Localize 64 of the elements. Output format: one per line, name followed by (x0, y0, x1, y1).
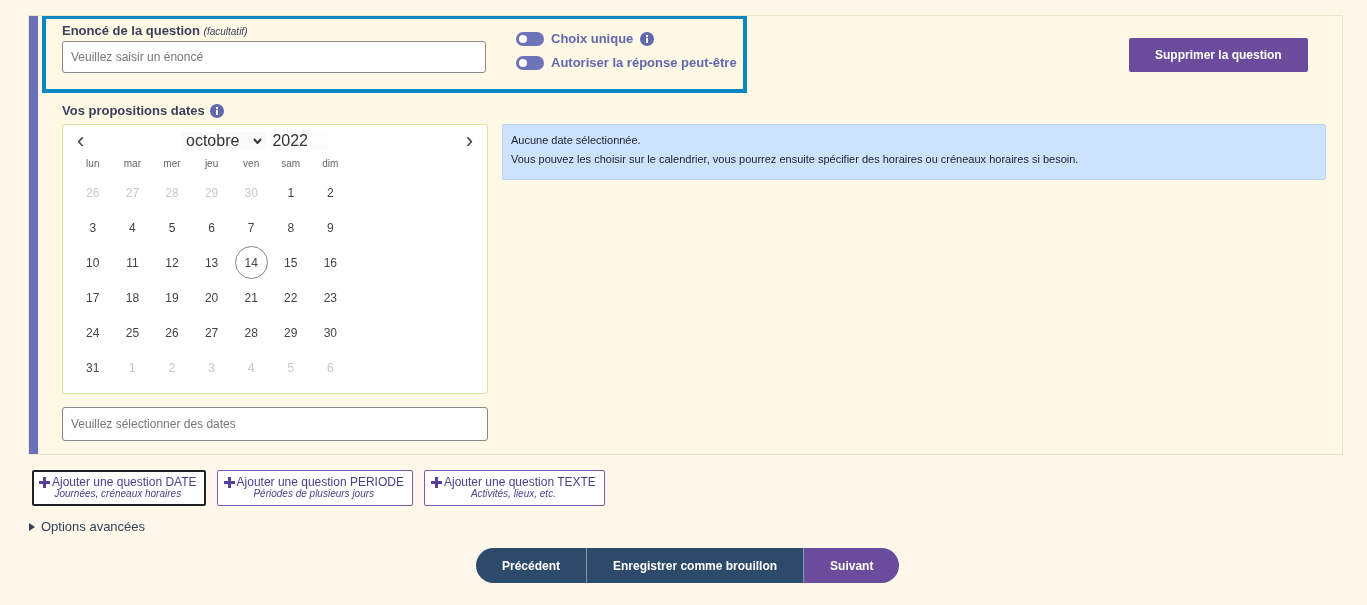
weekday-label: ven (242, 157, 261, 171)
calendar-day[interactable]: 26 (155, 316, 189, 349)
weekday-label: sam (280, 157, 302, 171)
advanced-options-toggle[interactable]: Options avancées (29, 519, 146, 534)
weekday-label: mar (122, 157, 142, 171)
calendar-day[interactable]: 7 (234, 211, 268, 244)
dates-label: Vos propositions dates (62, 103, 205, 118)
calendar-day[interactable]: 8 (274, 211, 308, 244)
add-question-button[interactable]: Ajouter une question TEXTE Activités, lieux, etc. (423, 470, 605, 506)
question-field[interactable]: Veuillez saisir un énoncé (62, 41, 486, 73)
calendar-day[interactable]: 31 (76, 351, 110, 384)
nav-button[interactable]: Enregistrer comme brouillon (586, 548, 804, 583)
plus-icon (430, 476, 442, 488)
next-month-button[interactable]: › (461, 131, 477, 151)
calendar-day[interactable]: 17 (76, 281, 110, 314)
delete-question-button[interactable]: Supprimer la question (1129, 38, 1308, 72)
weekday-label: mer (162, 157, 182, 171)
calendar-day[interactable]: 19 (155, 281, 189, 314)
add-question-button[interactable]: Ajouter une question DATE Journées, créneaux horaires (32, 470, 206, 506)
previous-month-button[interactable]: ‹ (73, 131, 89, 151)
calendar-day[interactable]: 5 (155, 211, 189, 244)
calendar-day[interactable]: 12 (155, 246, 189, 279)
calendar-day[interactable]: 4 (115, 211, 149, 244)
next-button[interactable]: Suivant (803, 548, 900, 583)
calendar-day[interactable]: 25 (115, 316, 149, 349)
toggle-label: Autoriser la réponse peut-être (551, 55, 737, 70)
disclosure-triangle-icon (29, 522, 35, 531)
calendar-day[interactable]: 22 (274, 281, 308, 314)
calendar-day[interactable]: 15 (274, 246, 308, 279)
calendar-day[interactable]: 1 (274, 176, 308, 209)
calendar-day[interactable]: 24 (76, 316, 110, 349)
toggle-switch[interactable] (516, 31, 544, 46)
weekday-label: jeu (203, 157, 220, 171)
calendar-day[interactable]: 3 (76, 211, 110, 244)
toggle-label: Choix unique (551, 31, 634, 46)
calendar-day[interactable]: 13 (195, 246, 229, 279)
toggle-switch[interactable] (516, 55, 544, 70)
calendar-day[interactable]: 6 (195, 211, 229, 244)
calendar-day[interactable]: 29 (274, 316, 308, 349)
question-label: Enoncé de la question (facultatif) (62, 23, 249, 38)
calendar-day[interactable]: 10 (76, 246, 110, 279)
calendar-day[interactable]: 23 (313, 281, 347, 314)
calendar-day[interactable]: 9 (313, 211, 347, 244)
month-select[interactable]: octobre (182, 132, 267, 150)
notice-text: Aucune date sélectionnée. (511, 134, 642, 146)
weekday-label: lun (85, 157, 101, 171)
info-icon (209, 103, 224, 118)
plus-icon (39, 476, 50, 488)
add-question-button[interactable]: Ajouter une question PERIODE Périodes de plusieurs jours (216, 470, 413, 506)
calendar-day[interactable]: 20 (195, 281, 229, 314)
calendar-day[interactable]: 18 (115, 281, 149, 314)
caret-icon (253, 138, 263, 144)
calendar-day[interactable]: 27 (195, 316, 229, 349)
calendar-day[interactable]: 28 (234, 316, 268, 349)
notice-text: Vous pouvez les choisir sur le calendrier, vous pourrez ensuite spécifier des horaires ou créneaux horaires si besoin. (511, 153, 1080, 165)
calendar-day[interactable]: 21 (234, 281, 268, 314)
weekday-label: dim (321, 157, 340, 171)
calendar-day[interactable]: 11 (115, 246, 149, 279)
calendar-day[interactable]: 16 (313, 246, 347, 279)
calendar-day[interactable]: 30 (313, 316, 347, 349)
calendar-day[interactable]: 2 (313, 176, 347, 209)
plus-icon (223, 476, 235, 488)
dates-field[interactable]: Veuillez sélectionner des dates (62, 407, 488, 441)
nav-button[interactable]: Précédent (476, 548, 587, 583)
